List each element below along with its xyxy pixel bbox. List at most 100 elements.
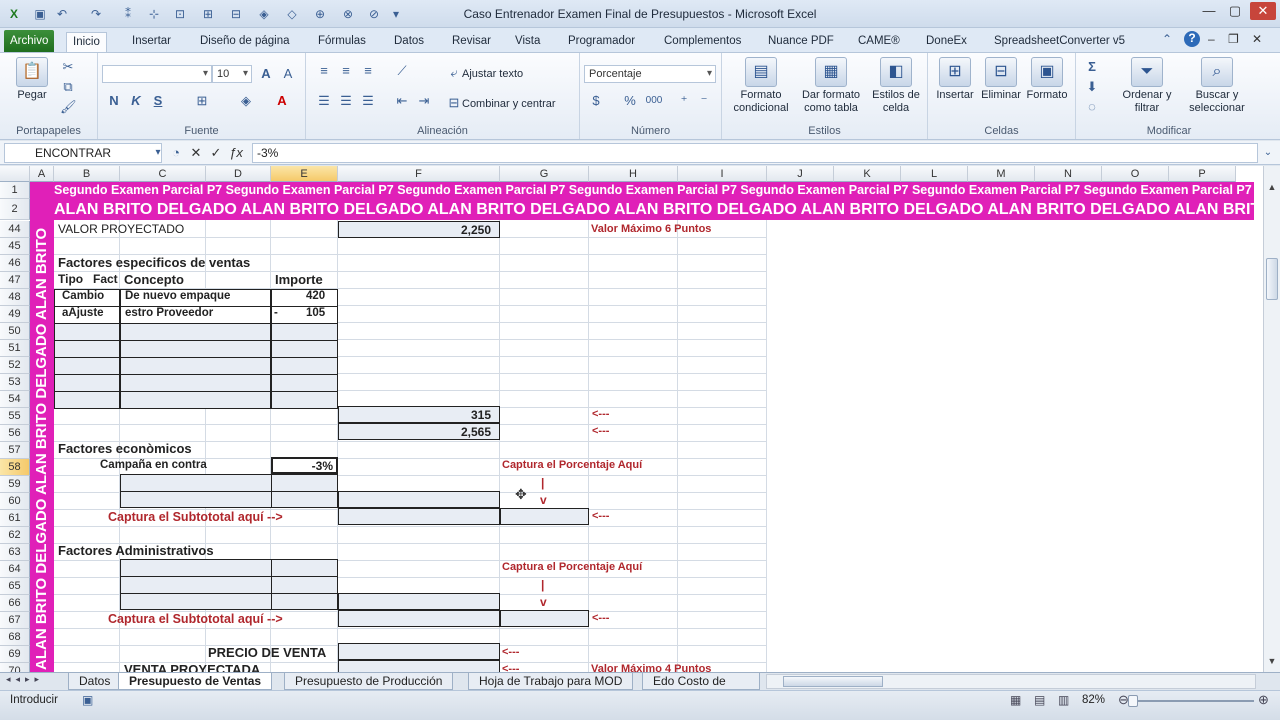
column-header-j[interactable]: J	[767, 166, 834, 182]
column-header-c[interactable]: C	[120, 166, 206, 182]
insert-function-icon[interactable]: ƒx	[228, 145, 244, 161]
grow-font-icon[interactable]: A	[258, 66, 274, 82]
column-header-o[interactable]: O	[1102, 166, 1169, 182]
column-header-l[interactable]: L	[901, 166, 968, 182]
row-header-44[interactable]: 44	[0, 221, 30, 238]
column-header-f[interactable]: F	[338, 166, 500, 182]
row-header-51[interactable]: 51	[0, 340, 30, 357]
cell-f69[interactable]	[338, 643, 500, 660]
sheet-tab-hoja-mod[interactable]: Hoja de Trabajo para MOD	[468, 673, 634, 690]
percent-button[interactable]: %	[622, 93, 638, 109]
row-header-53[interactable]: 53	[0, 374, 30, 391]
row-header-62[interactable]: 62	[0, 527, 30, 544]
cell-f56[interactable]: 2,565	[338, 423, 500, 440]
row-header-50[interactable]: 50	[0, 323, 30, 340]
wrap-text-button[interactable]: ⤶ Ajustar texto	[446, 65, 523, 81]
confirm-entry-icon[interactable]: ✓	[208, 145, 224, 161]
zoom-level[interactable]: 82%	[1082, 694, 1105, 706]
format-painter-icon[interactable]: 🖌	[60, 99, 77, 115]
select-all-corner[interactable]	[0, 166, 30, 182]
tab-donex[interactable]: DoneEx	[920, 32, 973, 52]
spec-table-cell[interactable]	[271, 323, 338, 341]
worksheet-grid[interactable]: ABCDEFGHIJKLMNOP 1 2 44 45 46 47 48 49 50 51 52 53 5…	[0, 166, 1280, 672]
row-header-64[interactable]: 64	[0, 561, 30, 578]
sheet-tab-datos[interactable]: Datos	[68, 673, 122, 690]
cut-icon[interactable]: ✂	[60, 59, 76, 75]
align-left-icon[interactable]: ☰	[316, 93, 332, 109]
normal-view-icon[interactable]: ▦	[1010, 693, 1021, 707]
tab-came[interactable]: CAME®	[852, 32, 906, 52]
scroll-up-icon[interactable]: ▲	[1265, 182, 1279, 196]
column-header-k[interactable]: K	[834, 166, 901, 182]
row-header-56[interactable]: 56	[0, 425, 30, 442]
cell-g61[interactable]	[500, 508, 589, 525]
row-header-60[interactable]: 60	[0, 493, 30, 510]
tab-nuance[interactable]: Nuance PDF	[762, 32, 840, 52]
align-top-icon[interactable]: ≡	[316, 63, 332, 79]
clear-icon[interactable]: ◌	[1084, 99, 1100, 115]
row-header-52[interactable]: 52	[0, 357, 30, 374]
spec-table-cell[interactable]	[271, 340, 338, 358]
increase-indent-icon[interactable]: ⇥	[416, 93, 432, 109]
page-break-icon[interactable]: ▥	[1058, 693, 1069, 707]
row-header-65[interactable]: 65	[0, 578, 30, 595]
column-header-g[interactable]: G	[500, 166, 589, 182]
close-button[interactable]: ✕	[1250, 2, 1276, 20]
spec-table-cell[interactable]	[120, 374, 271, 392]
spec-table-cell[interactable]	[54, 357, 120, 375]
cell-g67[interactable]	[500, 610, 589, 627]
row-header-59[interactable]: 59	[0, 476, 30, 493]
row-header-61[interactable]: 61	[0, 510, 30, 527]
cell-f66[interactable]	[338, 593, 500, 610]
tab-vista[interactable]: Vista	[509, 32, 546, 52]
sheet-nav-icon[interactable]: ◂◂▸▸	[6, 674, 44, 685]
expand-formula-icon[interactable]: ⌄	[1260, 145, 1276, 161]
merge-center-button[interactable]: ⊟ Combinar y centrar	[446, 95, 556, 111]
column-header-i[interactable]: I	[678, 166, 767, 182]
formula-input[interactable]: -3%	[252, 143, 1258, 163]
decrease-decimal-icon[interactable]: ⁻	[696, 93, 712, 109]
horizontal-scrollbar[interactable]	[766, 674, 1256, 689]
row-header-2[interactable]: 2	[0, 199, 30, 220]
format-as-table-button[interactable]: ▦ Dar formato como tabla	[798, 57, 864, 115]
zoom-slider[interactable]	[1128, 695, 1254, 707]
row-header-1[interactable]: 1	[0, 182, 30, 199]
align-right-icon[interactable]: ☰	[360, 93, 376, 109]
row-header-49[interactable]: 49	[0, 306, 30, 323]
spec-table-cell[interactable]	[54, 374, 120, 392]
delete-cells-button[interactable]: ⊟ Eliminar	[978, 57, 1024, 102]
bold-button[interactable]: N	[106, 93, 122, 109]
spec-table-cell[interactable]	[271, 391, 338, 409]
help-icon[interactable]: ?	[1184, 31, 1200, 47]
sheet-tab-edo-costo[interactable]: Edo Costo de Ven	[642, 673, 760, 690]
scroll-down-icon[interactable]: ▼	[1265, 656, 1279, 670]
cancel-entry-icon[interactable]: ✕	[188, 145, 204, 161]
cell-e58-active[interactable]: -3%	[271, 457, 338, 474]
vertical-scrollbar[interactable]: ▲ ▼	[1263, 166, 1280, 672]
column-header-a[interactable]: A	[30, 166, 54, 182]
sort-filter-button[interactable]: ⏷ Ordenar y filtrar	[1116, 57, 1178, 115]
align-center-icon[interactable]: ☰	[338, 93, 354, 109]
row-header-57[interactable]: 57	[0, 442, 30, 459]
cell-f70[interactable]	[338, 660, 500, 672]
borders-icon[interactable]: ⊞	[194, 93, 210, 109]
formula-options-icon[interactable]: ◔	[168, 145, 184, 161]
cell-styles-button[interactable]: ◧ Estilos de celda	[868, 57, 924, 115]
spec-table-cell[interactable]	[271, 289, 338, 307]
row-header-54[interactable]: 54	[0, 391, 30, 408]
italic-button[interactable]: K	[128, 93, 144, 109]
row-header-68[interactable]: 68	[0, 629, 30, 646]
autosum-icon[interactable]: Σ	[1084, 59, 1100, 75]
spec-table-cell[interactable]	[271, 357, 338, 375]
tab-spreadsheetconverter[interactable]: SpreadsheetConverter v5	[988, 32, 1131, 52]
maximize-button[interactable]: ▢	[1222, 2, 1248, 20]
fill-color-icon[interactable]: ◈	[238, 93, 254, 109]
spec-table-cell[interactable]	[271, 306, 338, 324]
fill-icon[interactable]: ⬇	[1084, 79, 1100, 95]
name-box[interactable]: ENCONTRAR	[4, 143, 162, 163]
column-header-e[interactable]: E	[271, 166, 338, 182]
thousands-button[interactable]: 000	[644, 93, 664, 109]
doc-restore-icon[interactable]: ❐	[1228, 32, 1239, 46]
tab-revisar[interactable]: Revisar	[446, 32, 497, 52]
macro-record-icon[interactable]: ▣	[82, 693, 93, 707]
